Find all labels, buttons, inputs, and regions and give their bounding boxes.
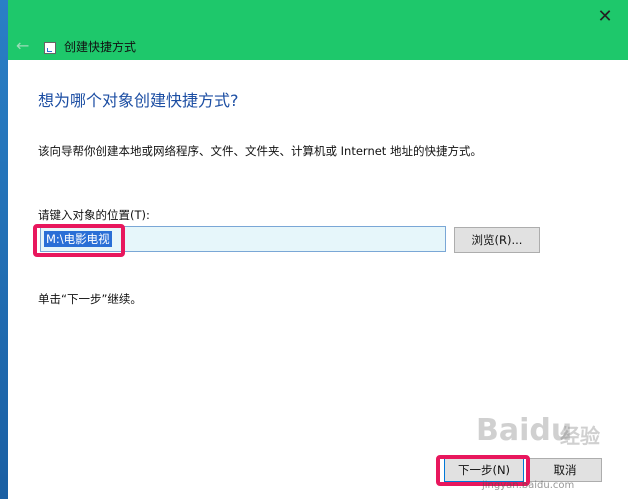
location-label: 请键入对象的位置(T): [38, 208, 150, 222]
back-arrow-icon[interactable]: ← [16, 36, 36, 56]
close-button[interactable]: ✕ [582, 0, 628, 32]
page-heading: 想为哪个对象创建快捷方式? [38, 91, 239, 110]
browse-button[interactable]: 浏览(R)... [454, 227, 540, 253]
window-title: 创建快捷方式 [64, 40, 137, 54]
continue-hint: 单击“下一步”继续。 [38, 292, 142, 306]
wizard-description: 该向导帮你创建本地或网络程序、文件、文件夹、计算机或 Internet 地址的快… [38, 144, 482, 158]
watermark-logo-cn: 经验 [560, 424, 600, 448]
watermark-url: jingyan.baidu.com [482, 480, 575, 491]
cancel-button[interactable]: 取消 [528, 458, 602, 482]
shortcut-icon [44, 42, 56, 54]
title-bar: ✕ ← 创建快捷方式 [8, 0, 628, 60]
input-highlight-box [33, 224, 125, 257]
close-icon: ✕ [597, 5, 613, 27]
watermark-logo: Baidu [476, 413, 573, 448]
